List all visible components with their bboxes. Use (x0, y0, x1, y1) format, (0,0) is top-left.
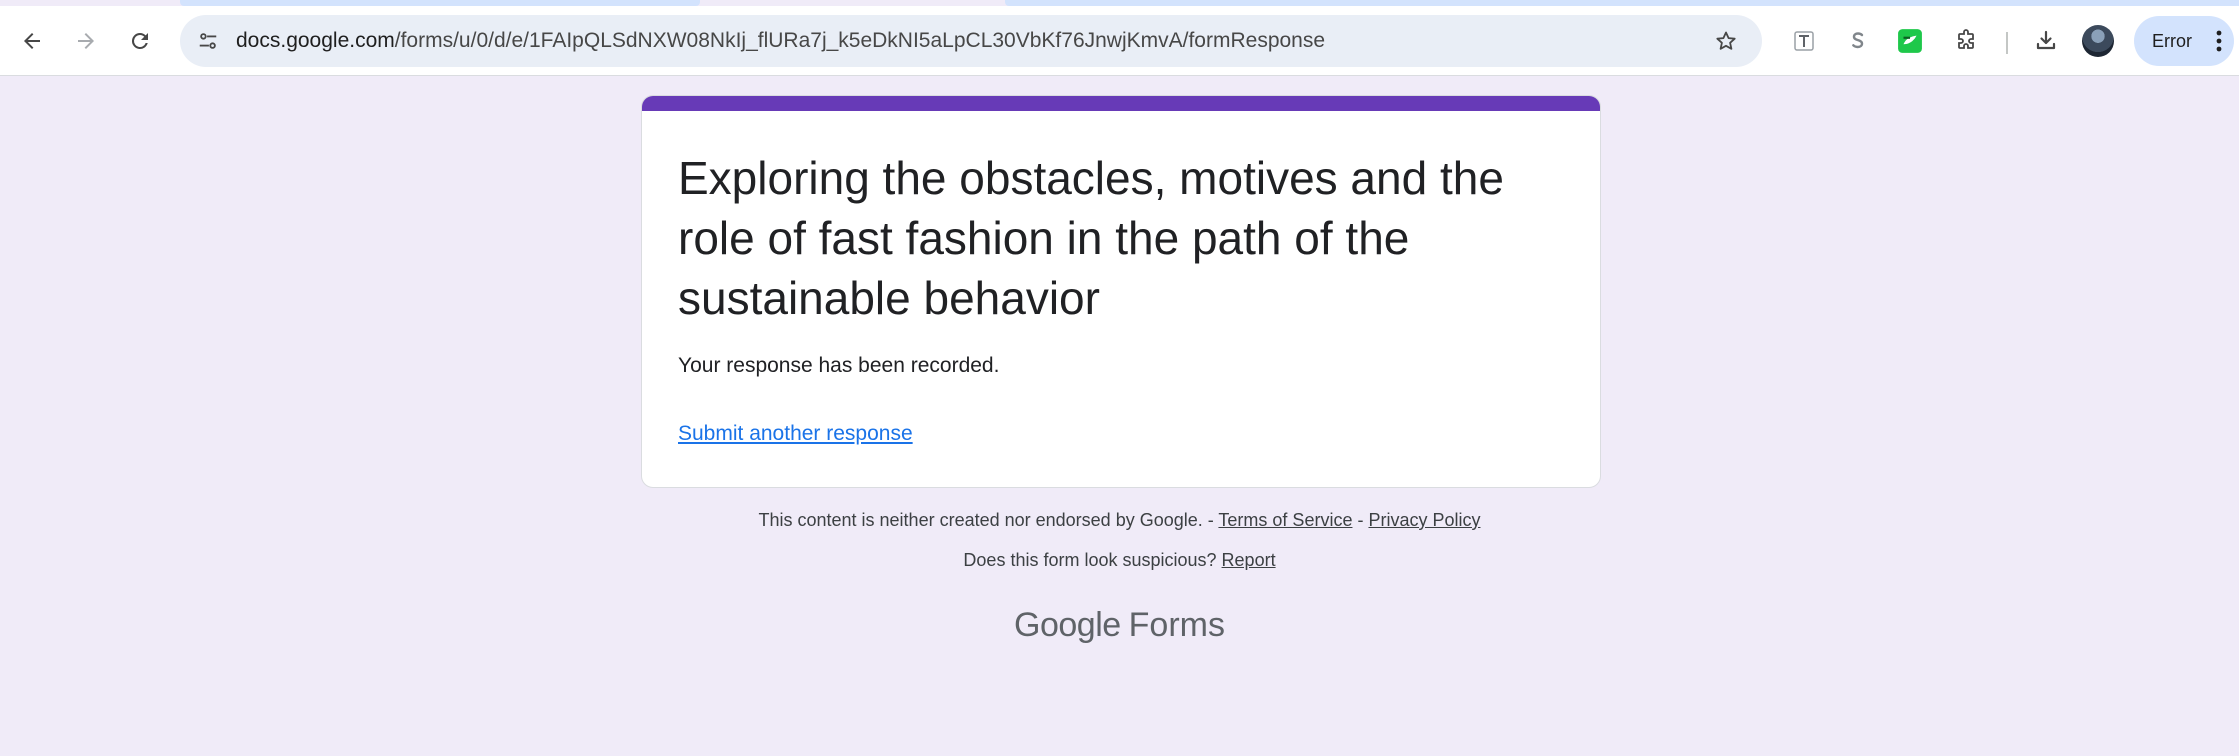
submit-another-link[interactable]: Submit another response (678, 422, 913, 446)
text-tool-icon (1794, 31, 1814, 51)
green-extension-icon (1898, 29, 1922, 53)
forward-button[interactable] (66, 21, 106, 61)
reload-icon (131, 32, 148, 49)
profile-error-chip[interactable]: Error (2134, 16, 2234, 66)
back-arrow-icon (24, 33, 40, 49)
s-extension-icon (1852, 32, 1864, 49)
form-accent-bar (642, 96, 1600, 111)
extension-green-button[interactable] (1890, 21, 1930, 61)
terms-of-service-link[interactable]: Terms of Service (1218, 510, 1352, 530)
form-title: Exploring the obstacles, motives and the… (678, 152, 1504, 324)
suspicious-text: Does this form look suspicious? (963, 550, 1217, 570)
url-host: docs.google.com (236, 29, 395, 52)
bookmark-button[interactable] (1708, 23, 1744, 59)
footer-disclaimer: This content is neither created nor endo… (0, 510, 2239, 531)
download-icon (2036, 30, 2056, 50)
back-button[interactable] (12, 21, 52, 61)
footer-separator: - (1352, 510, 1369, 530)
star-icon (1716, 31, 1736, 50)
extension-text-button[interactable] (1784, 21, 1824, 61)
site-settings-button[interactable] (190, 23, 226, 59)
downloads-button[interactable] (2026, 21, 2066, 61)
puzzle-icon (1958, 29, 1974, 49)
logo-forms-word: Forms (1128, 606, 1225, 644)
footer-report: Does this form look suspicious? Report (0, 550, 2239, 571)
url-path: /forms/u/0/d/e/1FAIpQLSdNXW08NkIj_flURa7… (394, 29, 1326, 52)
form-response-card: Exploring the obstacles, motives and the… (641, 95, 1601, 488)
address-bar[interactable]: docs.google.com/forms/u/0/d/e/1FAIpQLSdN… (180, 15, 1762, 67)
privacy-policy-link[interactable]: Privacy Policy (1368, 510, 1480, 530)
profile-avatar[interactable] (2082, 25, 2114, 57)
more-vert-icon (2216, 30, 2222, 52)
browser-toolbar: docs.google.com/forms/u/0/d/e/1FAIpQLSdN… (0, 6, 2239, 76)
profile-error-label: Error (2152, 31, 2192, 51)
extension-s-button[interactable] (1838, 21, 1878, 61)
disclaimer-text: This content is neither created nor endo… (758, 510, 1203, 530)
forward-arrow-icon (78, 33, 94, 49)
extensions-menu-button[interactable] (1946, 21, 1986, 61)
google-forms-logo[interactable]: Google Forms (0, 606, 2239, 645)
footer-separator: - (1202, 510, 1219, 530)
reload-button[interactable] (120, 21, 160, 61)
confirmation-message: Your response has been recorded. (678, 354, 1000, 377)
toolbar-separator (2006, 32, 2008, 54)
report-link[interactable]: Report (1222, 550, 1276, 570)
logo-google-word: Google (1014, 606, 1121, 644)
tune-icon (199, 33, 217, 49)
url-text[interactable]: docs.google.com/forms/u/0/d/e/1FAIpQLSdN… (236, 15, 1325, 67)
